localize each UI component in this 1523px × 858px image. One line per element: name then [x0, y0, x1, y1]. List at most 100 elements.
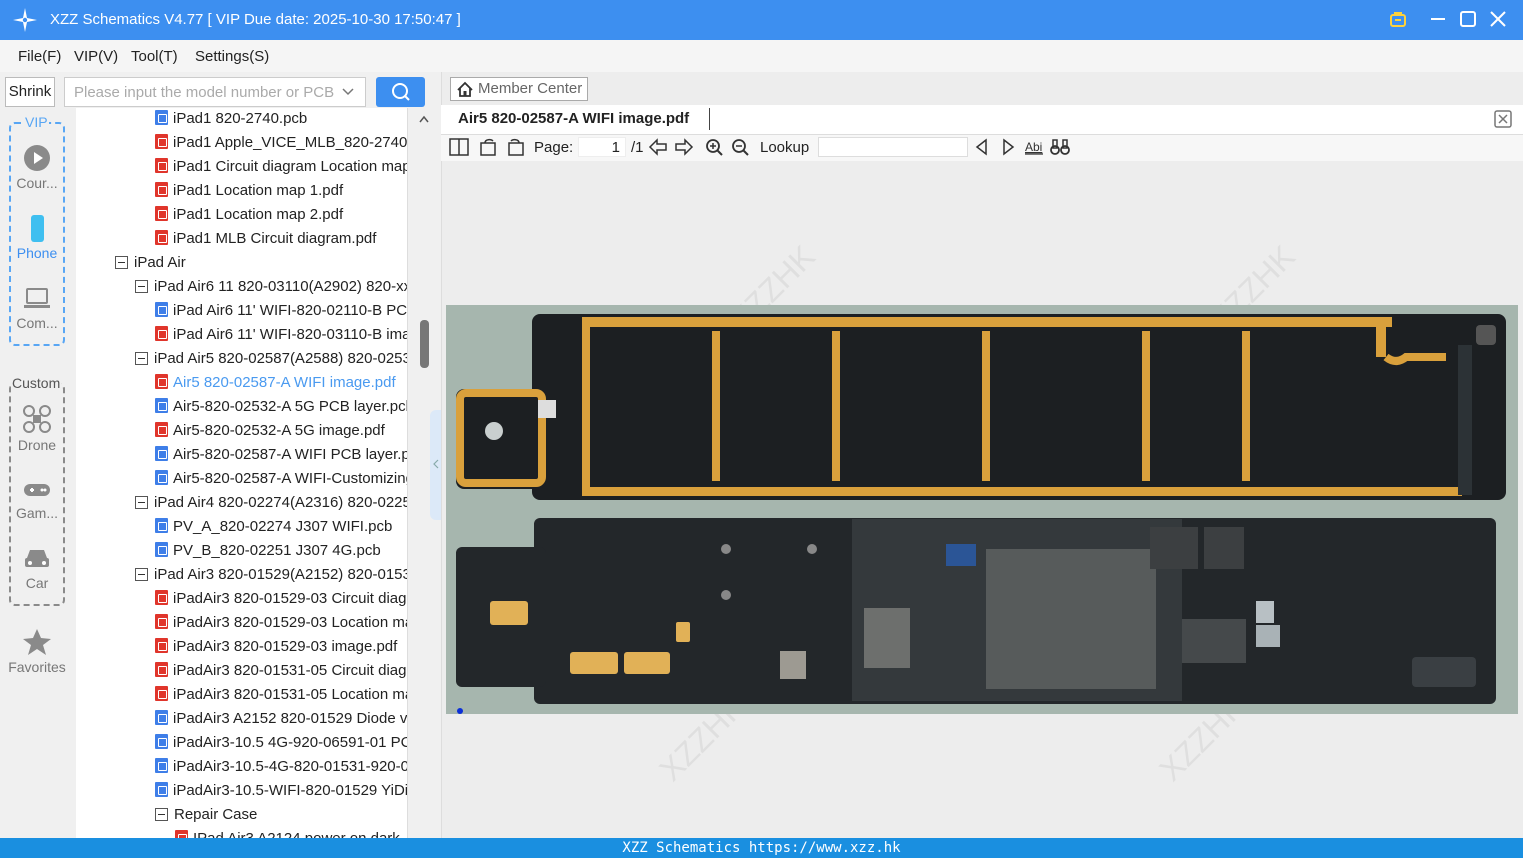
menu-file[interactable]: File(F)	[18, 48, 61, 65]
previous-page-icon[interactable]	[648, 138, 668, 156]
tree-folder[interactable]: Repair Case	[155, 804, 257, 828]
find-next-icon[interactable]	[998, 138, 1018, 156]
nav-favorites[interactable]: Favorites	[4, 628, 70, 675]
tree-file[interactable]: iPadAir3 820-01531-05 Circuit diagram	[155, 660, 407, 684]
rotate-left-icon[interactable]	[479, 138, 499, 156]
tree-file[interactable]: iPad1 820-2740.pcb	[155, 108, 307, 132]
pcb-file-icon	[155, 446, 168, 461]
tree-file[interactable]: iPadAir3 A2152 820-01529 Diode value	[155, 708, 407, 732]
pdf-file-icon	[155, 326, 168, 341]
drone-icon	[23, 405, 51, 433]
vip-bag-icon[interactable]	[1387, 9, 1409, 31]
find-previous-icon[interactable]	[972, 138, 992, 156]
collapse-toggle-icon[interactable]	[135, 568, 148, 581]
star-icon	[23, 629, 51, 655]
tree-item-label: iPad1 Location map 2.pdf	[173, 206, 344, 223]
tree-file[interactable]: iPad1 Location map 2.pdf	[155, 204, 343, 228]
tree-file[interactable]: iPadAir3-10.5-4G-820-01531-920-0	[155, 756, 407, 780]
search-input[interactable]: Please input the model number or PCB	[64, 77, 366, 107]
scroll-up-icon[interactable]	[418, 114, 430, 124]
home-icon	[457, 81, 473, 97]
pdf-file-icon	[155, 638, 168, 653]
title-bar: XZZ Schematics V4.77 [ VIP Due date: 202…	[0, 0, 1523, 40]
tree-file[interactable]: IPad Air3 A2124 power on dark	[175, 828, 400, 838]
menu-vip[interactable]: VIP(V)	[74, 48, 118, 65]
page-total: /1	[631, 139, 644, 156]
tree-file[interactable]: iPadAir3 820-01531-05 Location map	[155, 684, 407, 708]
tree-file[interactable]: iPad1 Circuit diagram Location map	[155, 156, 407, 180]
laptop-icon	[24, 288, 50, 308]
member-center-button[interactable]: Member Center	[450, 77, 588, 101]
tree-file[interactable]: iPadAir3 820-01529-03 Location map	[155, 612, 407, 636]
sidebar-toggle-icon[interactable]	[449, 138, 469, 156]
tree-folder[interactable]: iPad Air6 11 820-03110(A2902) 820-xx	[135, 276, 407, 300]
zoom-out-icon[interactable]	[731, 138, 751, 156]
tree-scrollbar-thumb[interactable]	[420, 320, 429, 368]
pdf-file-icon	[155, 590, 168, 605]
tree-file[interactable]: iPad1 Location map 1.pdf	[155, 180, 343, 204]
tree-item-label: iPad Air	[134, 254, 186, 271]
tree-folder[interactable]: iPad Air4 820-02274(A2316) 820-0225	[135, 492, 407, 516]
tree-file[interactable]: iPadAir3 820-01529-03 image.pdf	[155, 636, 397, 660]
tree-item-label: iPadAir3 820-01531-05 Location map	[173, 686, 407, 703]
next-page-icon[interactable]	[674, 138, 694, 156]
close-button[interactable]	[1487, 9, 1509, 31]
tree-file[interactable]: iPad Air6 11' WIFI-820-03110-B image	[155, 324, 407, 348]
tree-file[interactable]: iPadAir3 820-01529-03 Circuit diagram	[155, 588, 407, 612]
menu-settings[interactable]: Settings(S)	[195, 48, 269, 65]
collapse-toggle-icon[interactable]	[155, 808, 168, 821]
tree-folder[interactable]: iPad Air3 820-01529(A2152) 820-0153	[135, 564, 407, 588]
collapse-toggle-icon[interactable]	[135, 496, 148, 509]
tree-file[interactable]: Air5 820-02587-A WIFI image.pdf	[155, 372, 396, 396]
rotate-right-icon[interactable]	[505, 138, 525, 156]
tree-file[interactable]: Air5-820-02532-A 5G PCB layer.pcb	[155, 396, 407, 420]
tree-file[interactable]: iPadAir3-10.5-WIFI-820-01529 YiDi	[155, 780, 407, 804]
tree-file[interactable]: Air5-820-02532-A 5G image.pdf	[155, 420, 385, 444]
collapse-toggle-icon[interactable]	[135, 352, 148, 365]
nav-game[interactable]: Gam...	[4, 478, 70, 521]
pcb-file-icon	[155, 758, 168, 773]
nav-phone[interactable]: Phone	[4, 214, 70, 261]
gamepad-icon	[24, 484, 50, 496]
menu-bar: File(F) VIP(V) Tool(T) Settings(S)	[0, 40, 1523, 72]
tree-file[interactable]: iPad Air6 11' WIFI-820-02110-B PCB	[155, 300, 407, 324]
nav-car[interactable]: Car	[4, 546, 70, 591]
nav-drone[interactable]: Drone	[4, 404, 70, 453]
play-icon	[24, 145, 50, 171]
binoculars-icon[interactable]	[1050, 138, 1070, 156]
menu-tool[interactable]: Tool(T)	[131, 48, 178, 65]
document-tab[interactable]: Air5 820-02587-A WIFI image.pdf	[458, 110, 689, 127]
nav-course[interactable]: Cour...	[4, 144, 70, 191]
close-tab-icon[interactable]	[1494, 110, 1512, 128]
collapse-toggle-icon[interactable]	[135, 280, 148, 293]
collapse-toggle-icon[interactable]	[115, 256, 128, 269]
tree-file[interactable]: PV_A_820-02274 J307 WIFI.pcb	[155, 516, 392, 540]
tree-scrollbar-track[interactable]	[407, 108, 417, 838]
zoom-in-icon[interactable]	[705, 138, 725, 156]
page-number-input[interactable]: 1	[578, 137, 626, 157]
tree-folder[interactable]: iPad Air	[115, 252, 186, 276]
custom-group-label: Custom	[11, 375, 62, 391]
tree-item-label: iPad1 Circuit diagram Location map	[173, 158, 407, 175]
lookup-input[interactable]	[818, 137, 968, 157]
window-title: XZZ Schematics V4.77 [ VIP Due date: 202…	[50, 11, 461, 28]
tree-file[interactable]: iPadAir3-10.5 4G-920-06591-01 PCB	[155, 732, 407, 756]
nav-computer[interactable]: Com...	[4, 284, 70, 331]
tree-file[interactable]: iPad1 Apple_VICE_MLB_820-2740-A	[155, 132, 407, 156]
tree-folder[interactable]: iPad Air5 820-02587(A2588) 820-0253	[135, 348, 407, 372]
tree-file[interactable]: Air5-820-02587-A WIFI PCB layer.pcb	[155, 444, 407, 468]
car-icon	[25, 550, 49, 567]
pcb-file-icon	[155, 470, 168, 485]
maximize-button[interactable]	[1457, 9, 1479, 31]
minimize-button[interactable]	[1427, 9, 1449, 31]
shrink-button[interactable]: Shrink	[5, 77, 55, 107]
tree-file[interactable]: PV_B_820-02251 J307 4G.pcb	[155, 540, 381, 564]
board-image[interactable]	[446, 305, 1518, 714]
tree-item-label: iPad1 820-2740.pcb	[173, 110, 308, 127]
match-case-icon[interactable]: Abi	[1024, 138, 1044, 156]
tree-file[interactable]: iPad1 MLB Circuit diagram.pdf	[155, 228, 376, 252]
search-button[interactable]	[376, 77, 425, 107]
pcb-file-icon	[155, 302, 168, 317]
tree-file[interactable]: Air5-820-02587-A WIFI-Customizing	[155, 468, 407, 492]
chevron-down-icon[interactable]	[341, 84, 355, 100]
